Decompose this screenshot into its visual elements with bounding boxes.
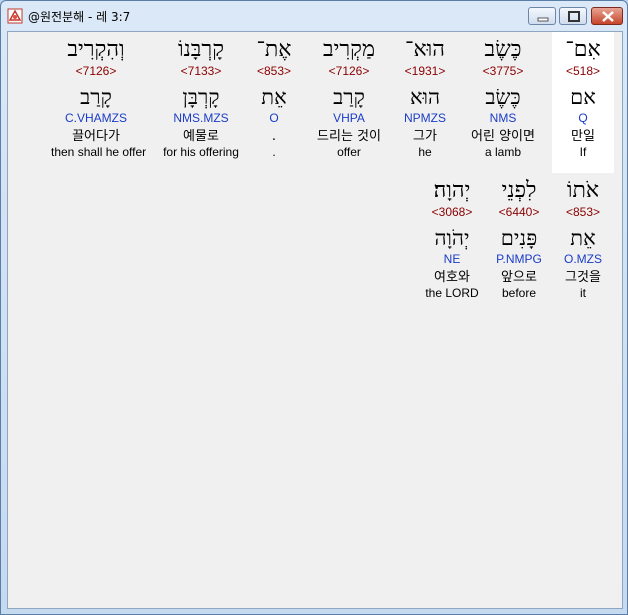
minimize-button[interactable]	[528, 7, 556, 25]
korean-gloss: 끌어다가	[72, 129, 120, 144]
maximize-icon	[568, 11, 580, 22]
close-button[interactable]	[591, 7, 623, 25]
morphology-code: NMS.MZS	[173, 111, 229, 125]
strong-number[interactable]: <3775>	[458, 64, 548, 78]
korean-gloss: 여호와	[434, 270, 470, 285]
word-cell[interactable]: יְהוָה׃ <3068> יְהֹוָה NE 여호와 the LORD	[407, 178, 497, 300]
hebrew-word: אִם־	[565, 37, 601, 62]
english-gloss: for his offering	[163, 145, 239, 159]
morphology-code: Q	[578, 111, 588, 125]
title-bar[interactable]: @원전분해 - 레 3:7	[1, 1, 627, 31]
hebrew-root: אם	[570, 85, 596, 109]
app-window: @원전분해 - 레 3:7 אִם־ <518> אם Q 만일 If כֶּש…	[0, 0, 628, 615]
english-gloss: If	[579, 145, 587, 159]
hebrew-root: יְהֹוָה	[434, 226, 470, 250]
hebrew-root: כֶּשֶׂב	[485, 85, 521, 109]
hebrew-root: קָרַב	[80, 85, 112, 109]
hebrew-root: קָרְבָּן	[182, 85, 220, 109]
korean-gloss: 예물로	[183, 129, 219, 144]
hebrew-word: יְהוָה׃	[433, 178, 471, 203]
word-cell[interactable]: אִם־ <518> אם Q 만일 If	[538, 37, 628, 159]
word-cell[interactable]: קָרְבָּנוֹ <7133> קָרְבָּן NMS.MZS 예물로 f…	[156, 37, 246, 159]
english-gloss: the LORD	[425, 286, 479, 300]
morphology-code: C.VHAMZS	[64, 111, 127, 125]
morphology-code: NE	[443, 252, 461, 266]
window-title: @원전분해 - 레 3:7	[28, 10, 131, 24]
bible-app-icon	[7, 8, 23, 24]
word-cell[interactable]: וְהִקְרִיב <7126> קָרַב C.VHAMZS 끌어다가 th…	[51, 37, 147, 159]
close-icon	[602, 11, 614, 22]
english-gloss: then shall he offer	[51, 145, 147, 159]
strong-number[interactable]: <518>	[538, 64, 628, 78]
hebrew-word: כֶּשֶׂב	[484, 37, 522, 62]
strong-number[interactable]: <7126>	[51, 64, 141, 78]
hebrew-word: וְהִקְרִיב	[67, 37, 125, 62]
maximize-button[interactable]	[559, 7, 587, 25]
hebrew-word: קָרְבָּנוֹ	[178, 37, 224, 62]
strong-number[interactable]: <3068>	[407, 205, 497, 219]
korean-gloss: 만일	[571, 129, 595, 144]
strong-number[interactable]: <7133>	[156, 64, 246, 78]
english-gloss: a lamb	[484, 145, 522, 159]
minimize-icon	[537, 17, 549, 22]
morphology-code: NMS	[489, 111, 517, 125]
analysis-pane: אִם־ <518> אם Q 만일 If כֶּשֶׂב <3775> כֶּ…	[7, 31, 623, 609]
korean-gloss: 어린 양이면	[471, 129, 535, 144]
word-cell[interactable]: כֶּשֶׂב <3775> כֶּשֶׂב NMS 어린 양이면 a lamb	[458, 37, 548, 159]
